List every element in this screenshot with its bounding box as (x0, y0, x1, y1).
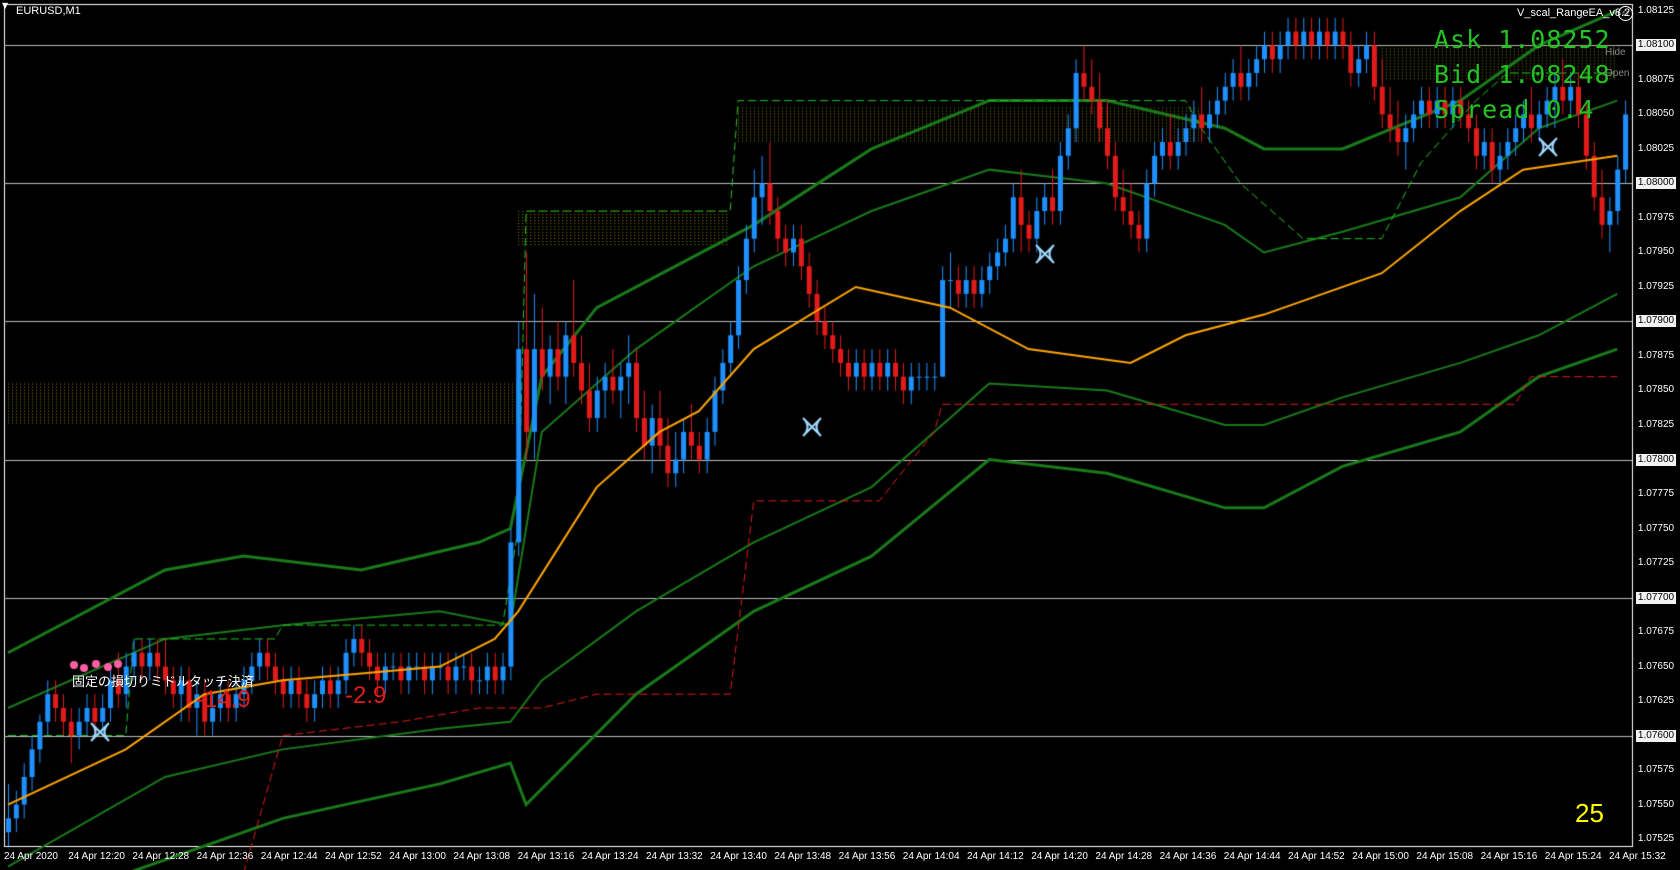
time-axis-label: 24 Apr 12:44 (260, 851, 318, 862)
price-axis-label: 1.07575 (1637, 764, 1675, 776)
bid-quote: Bid 1.08248 (1434, 60, 1611, 89)
symbol-label: EURUSD,M1 (16, 5, 81, 17)
time-axis-label: 24 Apr 13:16 (517, 851, 575, 862)
time-axis-label: 24 Apr 14:36 (1159, 851, 1217, 862)
time-axis-label: 24 Apr 13:40 (710, 851, 767, 862)
price-axis-label: 1.07800 (1636, 453, 1676, 466)
price-axis-label: 1.07700 (1636, 591, 1676, 604)
price-axis-label: 1.08000 (1636, 177, 1676, 190)
ea-smiley-icon[interactable]: ☺ (1618, 6, 1633, 21)
price-axis-label: 1.07725 (1637, 557, 1675, 569)
time-axis-label: 24 Apr 15:16 (1480, 851, 1538, 862)
time-axis-label: 24 Apr 13:00 (389, 851, 446, 862)
time-axis-label: 24 Apr 12:52 (325, 851, 382, 862)
time-axis-label: 24 Apr 14:20 (1031, 851, 1088, 862)
time-axis-label: 24 Apr 14:44 (1223, 851, 1281, 862)
spread-quote: Spread 0.4 (1434, 95, 1595, 124)
price-axis-label: 1.07900 (1636, 315, 1676, 328)
price-axis-label: 1.07600 (1636, 729, 1676, 742)
price-axis-label: 1.07675 (1637, 626, 1675, 638)
price-axis-label: 1.07550 (1637, 798, 1675, 810)
price-axis-label: 1.08050 (1637, 108, 1675, 120)
time-axis-label: 24 Apr 15:08 (1416, 851, 1474, 862)
time-axis-label: 24 Apr 12:36 (196, 851, 254, 862)
time-axis-label: 24 Apr 15:24 (1544, 851, 1602, 862)
price-axis-label: 1.08100 (1636, 39, 1676, 52)
time-axis-label: 24 Apr 14:12 (967, 851, 1024, 862)
tick-counter: 25 (1575, 798, 1604, 828)
price-chart[interactable] (0, 0, 1680, 870)
time-axis-label: 24 Apr 13:32 (646, 851, 703, 862)
time-axis-label: 24 Apr 14:04 (902, 851, 960, 862)
time-axis-label: 24 Apr 12:20 (68, 851, 125, 862)
price-axis-label: 1.07975 (1637, 211, 1675, 223)
price-axis-label: 1.07775 (1637, 488, 1675, 500)
time-axis-label: 24 Apr 13:56 (838, 851, 896, 862)
price-axis-label: 1.07875 (1637, 349, 1675, 361)
time-axis-label: 24 Apr 2020 (4, 851, 58, 862)
price-axis-label: 1.07525 (1637, 833, 1675, 845)
time-axis-label: 24 Apr 13:24 (581, 851, 639, 862)
price-axis-label: 1.07650 (1637, 660, 1675, 672)
time-axis-label: 24 Apr 13:48 (774, 851, 832, 862)
time-axis-label: 24 Apr 14:28 (1095, 851, 1153, 862)
open-button[interactable]: Open (1605, 68, 1629, 79)
time-axis-label: 24 Apr 12:28 (132, 851, 190, 862)
time-axis-label: 24 Apr 15:00 (1352, 851, 1409, 862)
ea-name-label: V_scal_RangeEA_v8.2 (1517, 7, 1631, 19)
profit-loss-label: -14.9 (196, 686, 251, 713)
price-axis-label: 1.08075 (1637, 73, 1675, 85)
price-axis-label: 1.07950 (1637, 246, 1675, 258)
time-axis-label: 24 Apr 14:52 (1288, 851, 1345, 862)
price-axis-label: 1.07750 (1637, 522, 1675, 534)
price-axis-label: 1.07625 (1637, 695, 1675, 707)
time-axis-label: 24 Apr 13:08 (453, 851, 511, 862)
hide-button[interactable]: Hide (1605, 47, 1626, 58)
price-axis-label: 1.07925 (1637, 280, 1675, 292)
ask-quote: Ask 1.08252 (1434, 25, 1611, 54)
profit-loss-label: -2.9 (345, 682, 387, 709)
price-axis-label: 1.08125 (1637, 4, 1675, 16)
time-axis-label: 24 Apr 15:32 (1609, 851, 1666, 862)
price-axis-label: 1.08025 (1637, 142, 1675, 154)
chart-menu-triangle-icon[interactable]: ▼ (2, 1, 8, 10)
price-axis-label: 1.07825 (1637, 419, 1675, 430)
price-axis-label: 1.07850 (1637, 384, 1675, 396)
